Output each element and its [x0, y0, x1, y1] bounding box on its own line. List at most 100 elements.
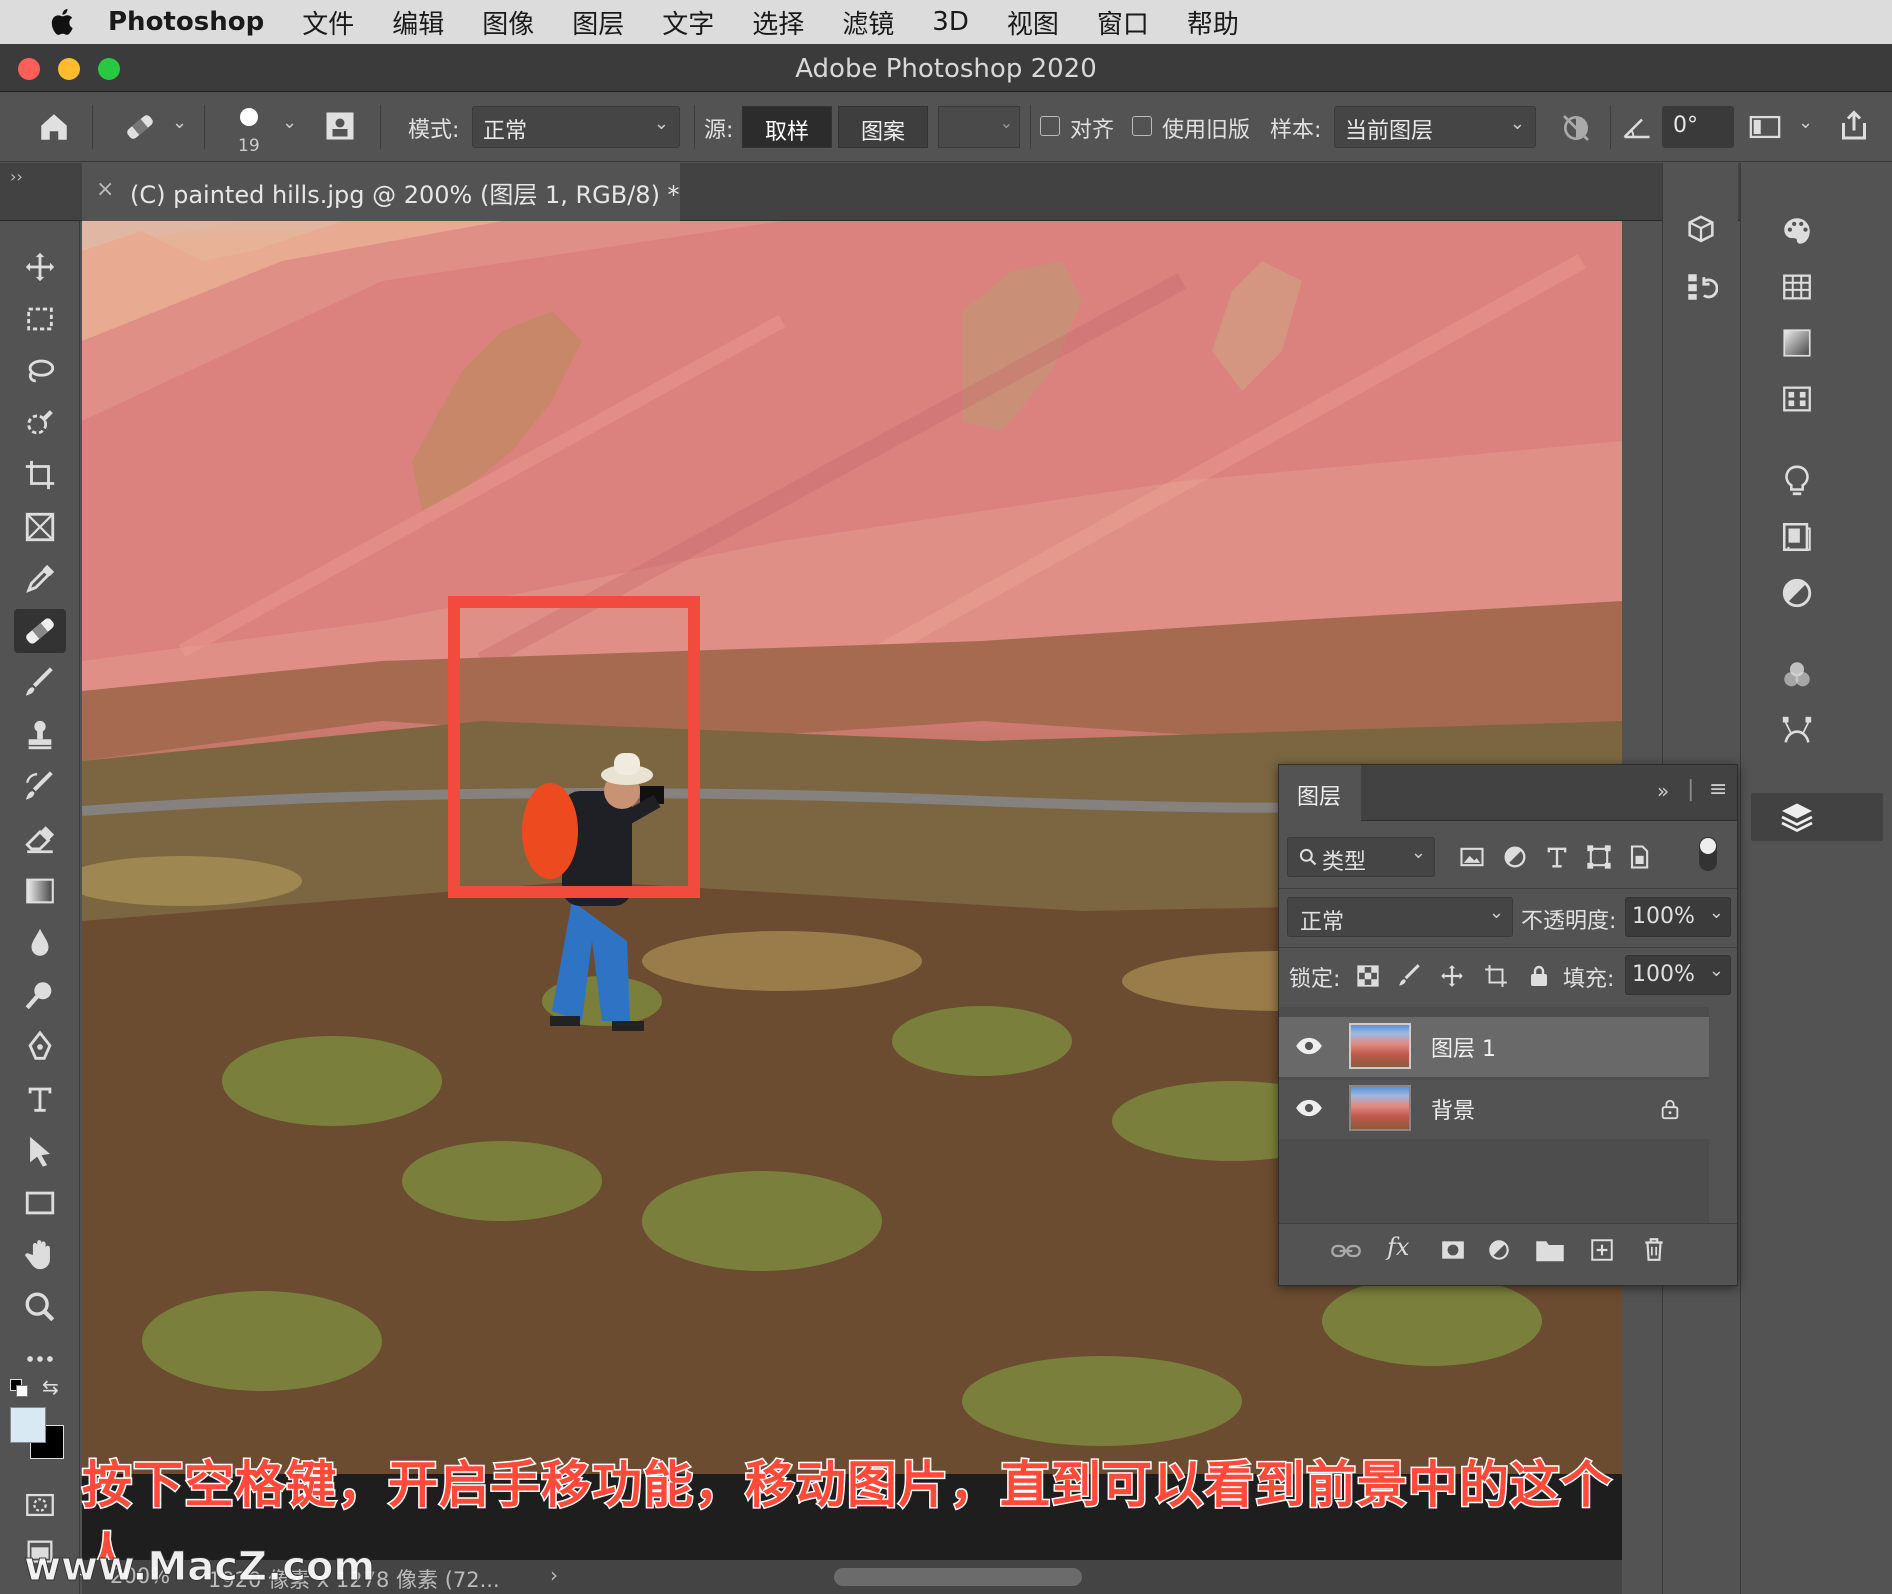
clone-source-panel-icon[interactable]: [322, 108, 358, 144]
menu-type[interactable]: 文字: [662, 4, 714, 41]
status-menu-chevron-icon[interactable]: ›: [550, 1563, 558, 1587]
legacy-checkbox[interactable]: [1132, 116, 1152, 136]
filter-pixel-icon[interactable]: [1457, 843, 1487, 871]
paths-panel-button[interactable]: [1777, 711, 1817, 751]
add-mask-icon[interactable]: [1439, 1237, 1467, 1263]
color-panel-button[interactable]: [1777, 211, 1817, 251]
expand-toolbar-icon[interactable]: ››: [10, 167, 23, 186]
source-pattern-button[interactable]: 图案: [838, 106, 929, 148]
history-panel-button[interactable]: [1681, 267, 1721, 307]
lock-artboard-icon[interactable]: [1483, 963, 1509, 989]
libraries-panel-button[interactable]: [1777, 517, 1817, 557]
mode-dropdown[interactable]: 正常 ⌄: [472, 106, 680, 148]
layers-tab[interactable]: 图层: [1279, 765, 1361, 821]
menu-file[interactable]: 文件: [302, 4, 354, 41]
layer-name[interactable]: 图层 1: [1431, 1031, 1496, 1063]
brush-picker-chevron-icon[interactable]: ⌄: [282, 112, 297, 133]
tool-preset-chevron-icon[interactable]: ⌄: [172, 112, 187, 133]
rectangle-tool[interactable]: [14, 1181, 66, 1225]
menu-window[interactable]: 窗口: [1097, 4, 1149, 41]
layer-name[interactable]: 背景: [1431, 1093, 1475, 1125]
foreground-color-swatch[interactable]: [10, 1407, 46, 1443]
layer-filter-dropdown[interactable]: 类型 ⌄: [1287, 837, 1435, 877]
fill-field[interactable]: 100% ⌄: [1625, 955, 1731, 995]
lasso-tool[interactable]: [14, 349, 66, 393]
dodge-tool[interactable]: [14, 973, 66, 1017]
healing-brush-tool[interactable]: [14, 609, 66, 653]
source-sampled-button[interactable]: 取样: [742, 106, 833, 148]
close-tab-icon[interactable]: ×: [96, 177, 114, 202]
delete-layer-trash-icon[interactable]: [1641, 1235, 1667, 1263]
filter-shape-icon[interactable]: [1585, 843, 1613, 871]
angle-field[interactable]: 0°: [1662, 106, 1734, 148]
layer-effects-fx-icon[interactable]: fx: [1387, 1233, 1409, 1261]
filter-adjustment-icon[interactable]: [1501, 843, 1529, 871]
menu-image[interactable]: 图像: [482, 4, 534, 41]
channels-panel-button[interactable]: [1777, 655, 1817, 695]
lock-pixels-icon[interactable]: [1397, 963, 1423, 989]
aligned-checkbox[interactable]: [1040, 116, 1060, 136]
menu-filter[interactable]: 滤镜: [842, 4, 894, 41]
hand-tool[interactable]: [14, 1233, 66, 1277]
move-tool[interactable]: [14, 245, 66, 289]
swatches-panel-button[interactable]: [1777, 267, 1817, 307]
new-group-folder-icon[interactable]: [1535, 1237, 1565, 1263]
swap-colors-icon[interactable]: ⇆: [42, 1375, 59, 1399]
eye-visibility-icon[interactable]: [1295, 1035, 1323, 1057]
menu-select[interactable]: 选择: [752, 4, 804, 41]
gradient-tool[interactable]: [14, 869, 66, 913]
marquee-tool[interactable]: [14, 297, 66, 341]
crop-tool[interactable]: [14, 453, 66, 497]
panel-menu-icon[interactable]: ≡: [1709, 777, 1727, 802]
menu-layer[interactable]: 图层: [572, 4, 624, 41]
lock-position-icon[interactable]: [1439, 963, 1465, 989]
link-layers-icon[interactable]: [1331, 1239, 1361, 1263]
menu-app-name[interactable]: Photoshop: [108, 7, 264, 37]
brush-pressure-icon[interactable]: [1748, 112, 1782, 142]
horizontal-scrollbar-thumb[interactable]: [834, 1568, 1082, 1586]
sample-dropdown[interactable]: 当前图层 ⌄: [1334, 106, 1536, 148]
pen-tool[interactable]: [14, 1025, 66, 1069]
lock-all-icon[interactable]: [1527, 963, 1551, 989]
chevron-down-icon[interactable]: ⌄: [1798, 112, 1813, 133]
filter-toggle-switch[interactable]: [1699, 837, 1717, 871]
document-tab[interactable]: × (C) painted hills.jpg @ 200% (图层 1, RG…: [82, 163, 680, 221]
eraser-tool[interactable]: [14, 817, 66, 861]
home-icon[interactable]: [36, 110, 72, 144]
layers-panel-button[interactable]: [1751, 793, 1883, 841]
lock-transparent-icon[interactable]: [1355, 963, 1381, 989]
type-tool[interactable]: [14, 1077, 66, 1121]
patterns-panel-button[interactable]: [1777, 379, 1817, 419]
properties-panel-button[interactable]: [1681, 211, 1721, 251]
menu-edit[interactable]: 编辑: [392, 4, 444, 41]
new-layer-icon[interactable]: [1589, 1237, 1615, 1263]
menu-view[interactable]: 视图: [1007, 4, 1059, 41]
apple-logo-icon[interactable]: [42, 7, 86, 37]
eyedropper-tool[interactable]: [14, 557, 66, 601]
filter-smart-object-icon[interactable]: [1625, 843, 1653, 871]
path-selection-tool[interactable]: [14, 1129, 66, 1173]
eye-visibility-icon[interactable]: [1295, 1097, 1323, 1119]
opacity-field[interactable]: 100% ⌄: [1625, 897, 1731, 937]
menu-3d[interactable]: 3D: [932, 7, 969, 37]
new-adjustment-layer-icon[interactable]: [1485, 1237, 1513, 1263]
collapse-panel-icon[interactable]: »: [1657, 779, 1669, 803]
brush-tool[interactable]: [14, 661, 66, 705]
history-brush-tool[interactable]: [14, 765, 66, 809]
healing-brush-preset-icon[interactable]: [120, 110, 160, 144]
gradients-panel-button[interactable]: [1777, 323, 1817, 363]
quick-mask-mode[interactable]: [14, 1483, 66, 1527]
share-icon[interactable]: [1836, 108, 1872, 144]
filter-type-icon[interactable]: [1543, 843, 1571, 871]
quick-selection-tool[interactable]: [14, 401, 66, 445]
frame-tool[interactable]: [14, 505, 66, 549]
pattern-picker[interactable]: ⌄: [938, 106, 1020, 148]
blur-tool[interactable]: [14, 921, 66, 965]
zoom-tool[interactable]: [14, 1285, 66, 1329]
ignore-adjustment-layers-icon[interactable]: [1560, 112, 1592, 144]
brush-tip-icon[interactable]: [240, 108, 258, 126]
layer-lock-icon[interactable]: [1659, 1097, 1681, 1121]
default-colors-icon[interactable]: [10, 1379, 34, 1403]
blend-mode-dropdown[interactable]: 正常 ⌄: [1287, 897, 1513, 937]
menu-help[interactable]: 帮助: [1187, 4, 1239, 41]
